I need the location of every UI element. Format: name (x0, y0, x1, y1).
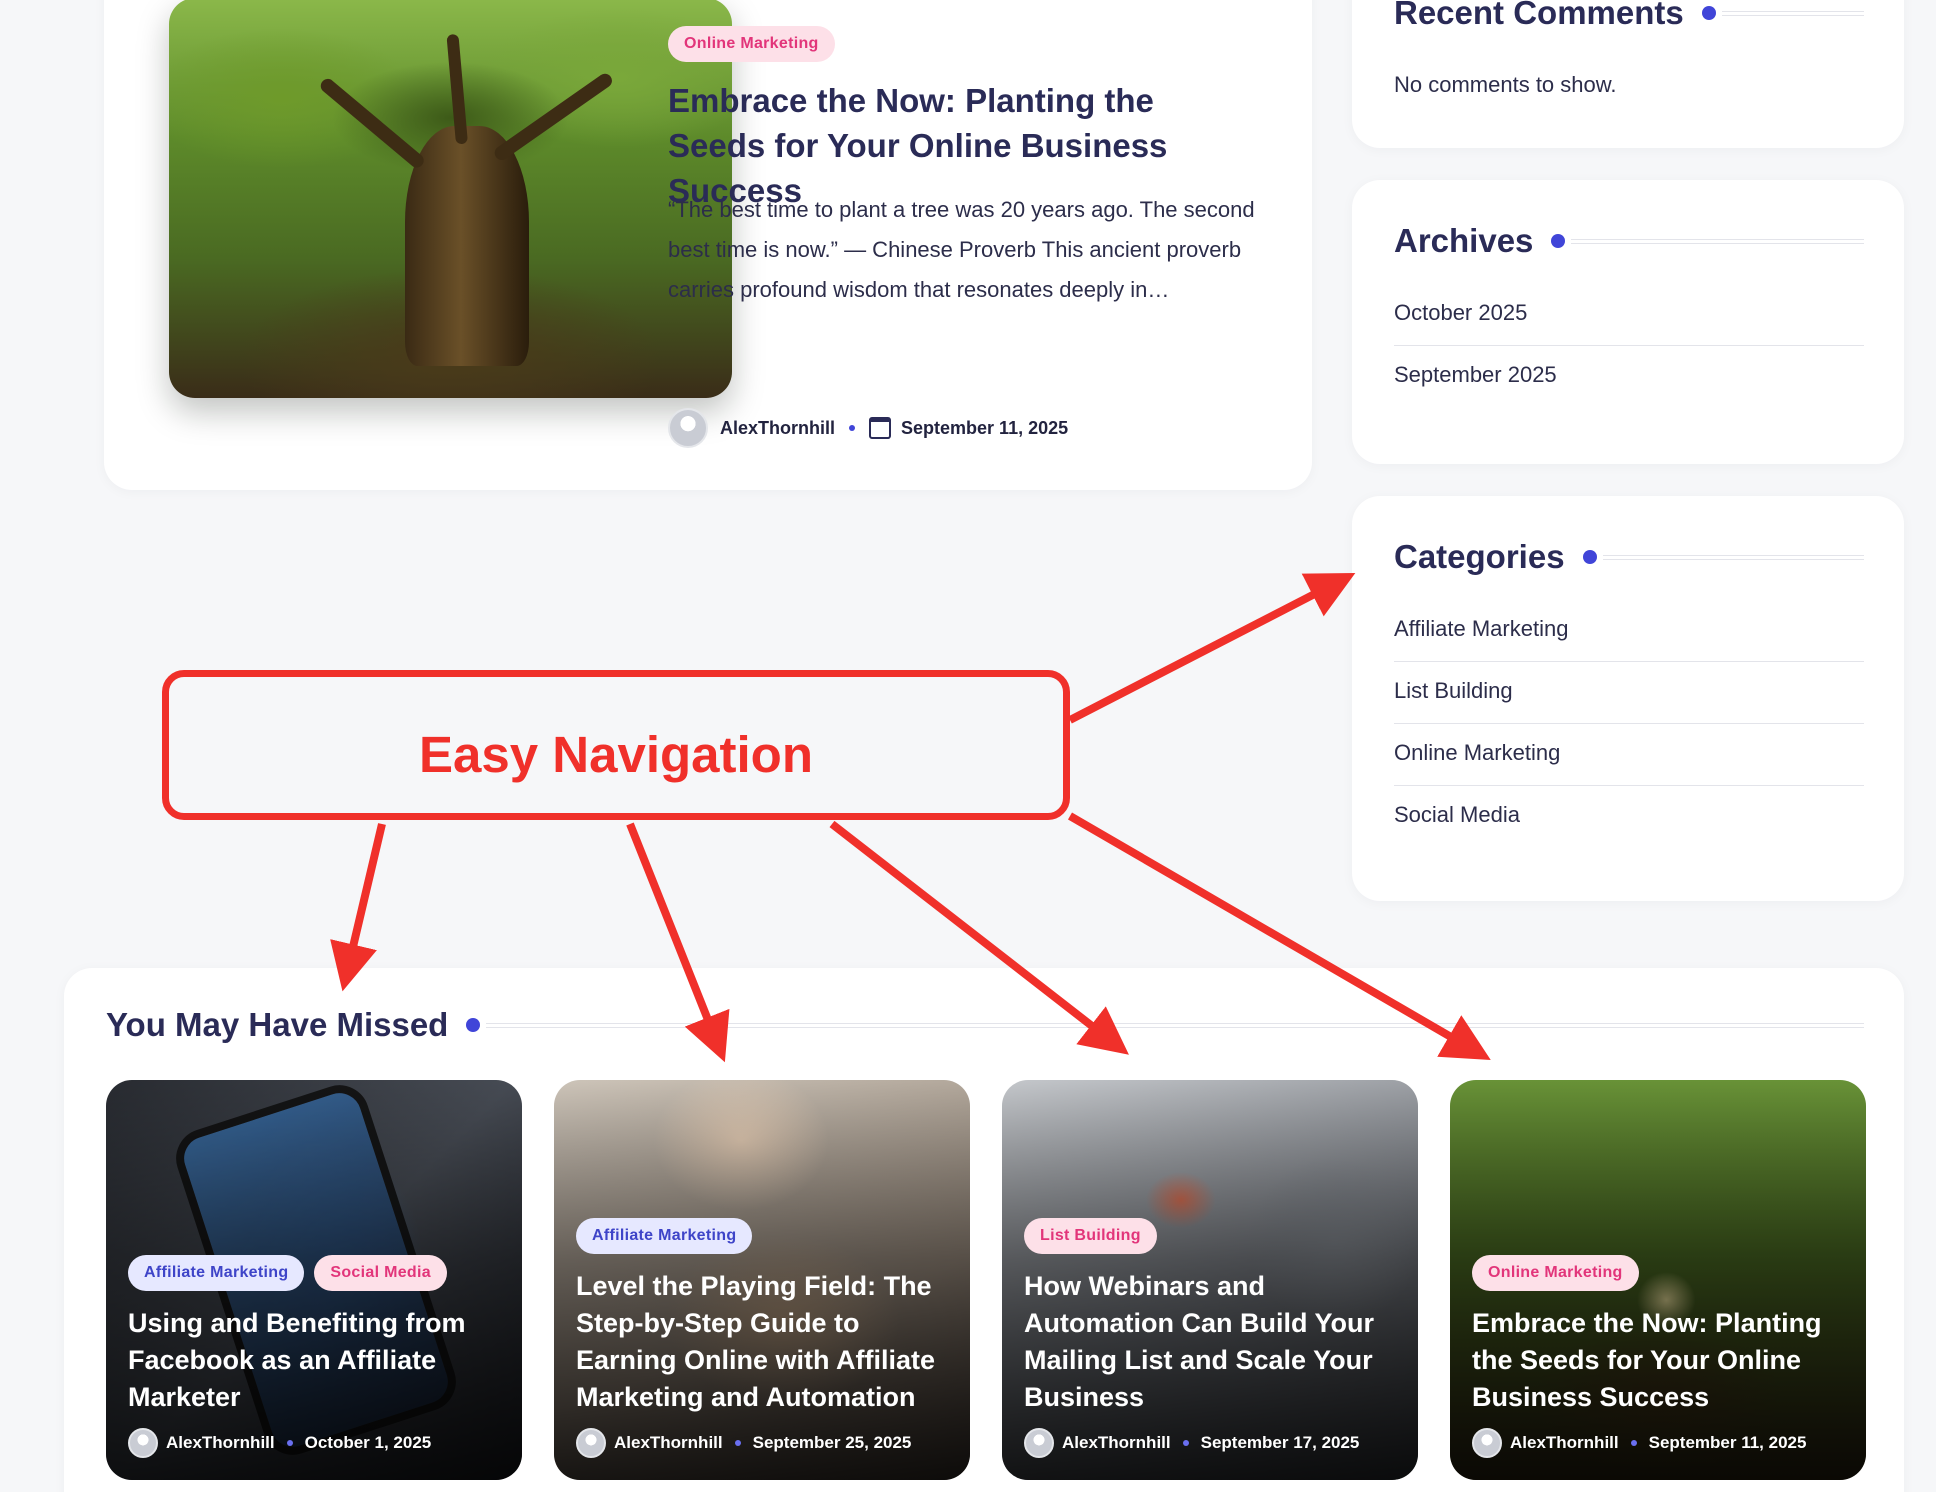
arrow-to-categories (1068, 573, 1356, 724)
arrow-to-post-1 (330, 823, 386, 992)
arrow-to-post-4 (1067, 812, 1491, 1061)
arrow-to-post-3 (829, 820, 1129, 1055)
annotation-arrows (330, 573, 1491, 1063)
arrow-to-post-2 (626, 822, 730, 1063)
